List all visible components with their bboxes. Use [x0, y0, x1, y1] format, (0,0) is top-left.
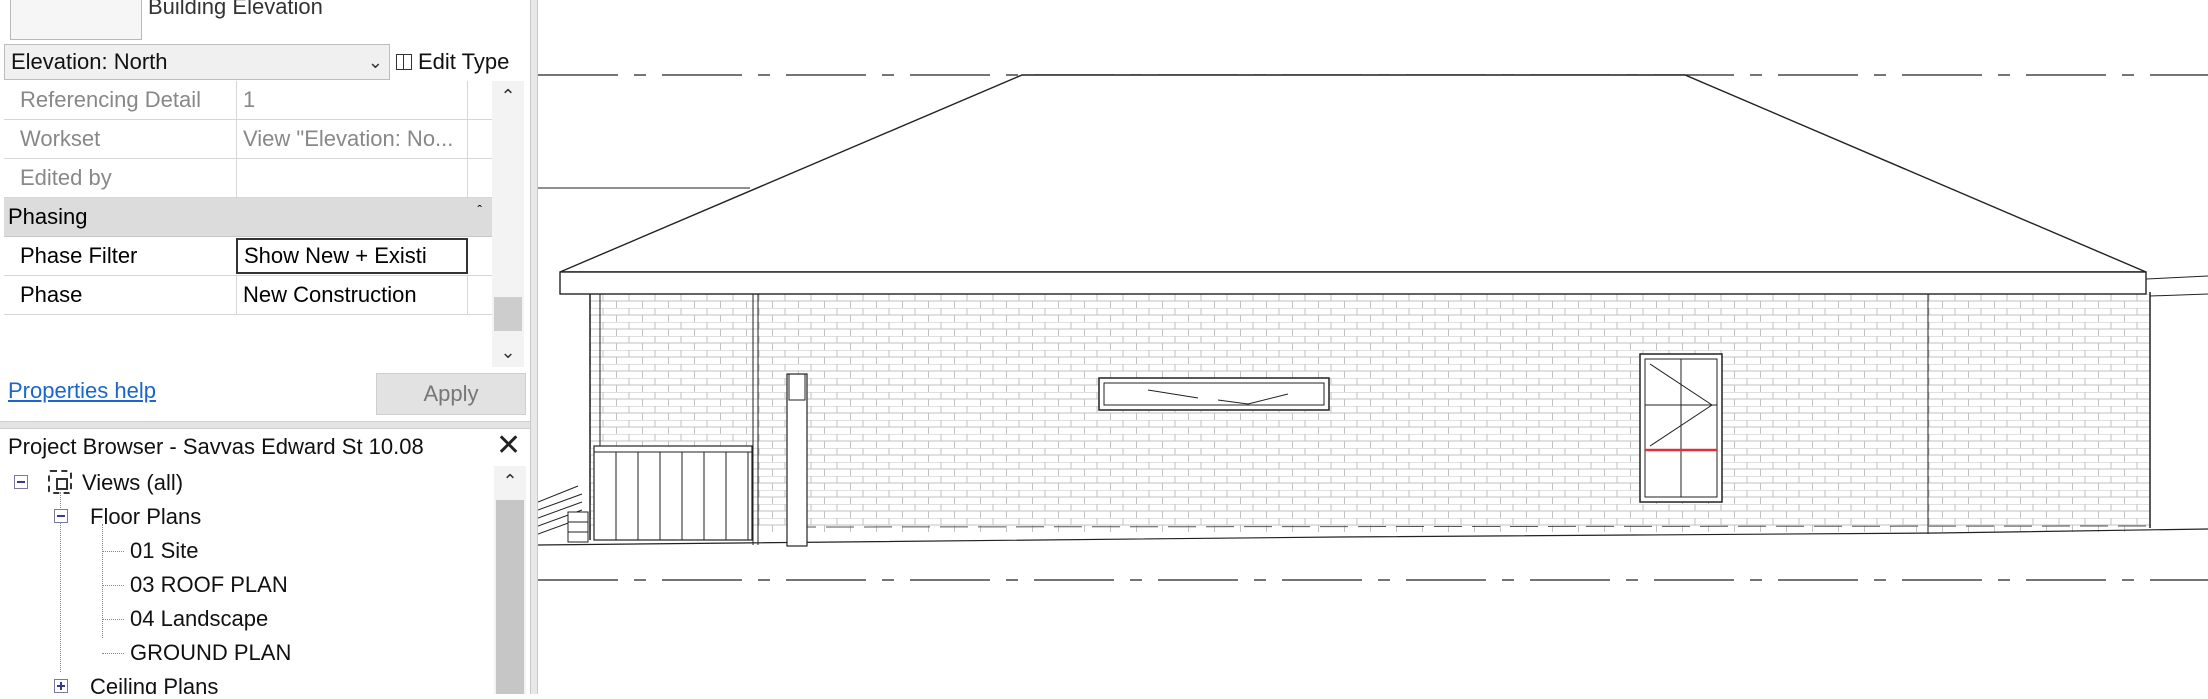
project-browser-title: Project Browser - Savvas Edward St 10.08: [8, 434, 424, 459]
tree-node-views[interactable]: Views (all): [0, 466, 494, 500]
close-icon[interactable]: ✕: [496, 428, 521, 463]
instance-selector-value: Elevation: North: [11, 49, 168, 74]
property-label: Phase: [20, 282, 83, 307]
tree-item-label: GROUND PLAN: [130, 640, 292, 665]
brick-wall: [589, 292, 2151, 545]
properties-scrollbar[interactable]: ⌃ ⌄: [492, 81, 524, 367]
tree-node-label: Ceiling Plans: [90, 674, 219, 694]
roof: [538, 74, 2208, 297]
chevron-down-icon: ⌄: [367, 52, 383, 72]
collapse-icon[interactable]: [54, 509, 68, 523]
downpipe: [786, 373, 808, 547]
tree-item-view[interactable]: 01 Site: [0, 534, 494, 568]
property-label: Phase Filter: [20, 243, 138, 268]
scrollbar-thumb[interactable]: [494, 297, 522, 331]
tree-node-floor-plans[interactable]: Floor Plans: [0, 500, 494, 534]
property-value[interactable]: 1: [236, 81, 468, 119]
property-row[interactable]: Workset View "Elevation: No...: [4, 120, 492, 159]
properties-help-link[interactable]: Properties help: [8, 378, 156, 404]
property-row[interactable]: Phase New Construction: [4, 276, 492, 315]
scroll-up-icon[interactable]: ⌃: [492, 81, 524, 111]
edit-type-icon: [396, 54, 412, 70]
properties-palette: Building Elevation Elevation: North ⌄ Ed…: [0, 0, 530, 694]
tree-item-label: 03 ROOF PLAN: [130, 572, 288, 597]
project-browser-tree: Views (all) Floor Plans 01 Site 03 ROOF …: [0, 466, 494, 694]
type-thumbnail: [10, 0, 142, 40]
property-label: Edited by: [20, 165, 112, 190]
views-icon: [48, 470, 72, 494]
tree-item-view[interactable]: GROUND PLAN: [0, 636, 494, 670]
scroll-down-icon[interactable]: ⌄: [492, 337, 524, 367]
property-label: Workset: [20, 126, 101, 151]
type-name: Building Elevation: [148, 0, 323, 19]
tree-item-view[interactable]: 03 ROOF PLAN: [0, 568, 494, 602]
group-header-phasing[interactable]: Phasing ˆ: [4, 198, 492, 237]
property-value[interactable]: [236, 159, 468, 197]
expand-icon[interactable]: [54, 679, 68, 693]
property-row[interactable]: Referencing Detail 1: [4, 81, 492, 120]
edit-type-button[interactable]: Edit Type: [396, 46, 509, 78]
scrollbar-thumb[interactable]: [496, 500, 524, 694]
panel-divider[interactable]: [0, 421, 530, 429]
instance-selector[interactable]: Elevation: North ⌄: [4, 44, 390, 80]
property-row[interactable]: Edited by: [4, 159, 492, 198]
browser-scrollbar[interactable]: ⌃: [494, 466, 526, 694]
apply-button[interactable]: Apply: [376, 373, 526, 415]
scroll-up-icon[interactable]: ⌃: [494, 466, 526, 496]
collapse-icon[interactable]: [14, 475, 28, 489]
tree-node-label: Floor Plans: [90, 504, 202, 529]
property-value[interactable]: View "Elevation: No...: [236, 120, 468, 158]
tree-item-label: 04 Landscape: [130, 606, 269, 631]
highlight-window[interactable]: [1098, 377, 1330, 411]
casement-window[interactable]: [1639, 353, 1723, 503]
phase-value[interactable]: New Construction: [236, 276, 468, 314]
properties-grid: Referencing Detail 1 Workset View "Eleva…: [4, 81, 492, 315]
property-row[interactable]: Phase Filter Show New + Existi: [4, 237, 492, 276]
entry-steps: [537, 485, 589, 543]
elevation-drawing: [537, 74, 2208, 581]
tree-node-label: Views (all): [82, 470, 184, 495]
fence-panel: [593, 445, 753, 541]
tree-item-label: 01 Site: [130, 538, 199, 563]
group-label: Phasing: [8, 204, 88, 229]
tree-item-view[interactable]: 04 Landscape: [0, 602, 494, 636]
collapse-icon[interactable]: ˆ: [477, 198, 482, 222]
panel-splitter[interactable]: [530, 0, 538, 694]
edit-type-label: Edit Type: [418, 49, 510, 74]
phase-filter-value[interactable]: Show New + Existi: [236, 238, 468, 274]
tree-node-ceiling-plans[interactable]: Ceiling Plans: [0, 670, 494, 694]
drawing-canvas[interactable]: [537, 0, 2208, 694]
property-label: Referencing Detail: [20, 87, 201, 112]
